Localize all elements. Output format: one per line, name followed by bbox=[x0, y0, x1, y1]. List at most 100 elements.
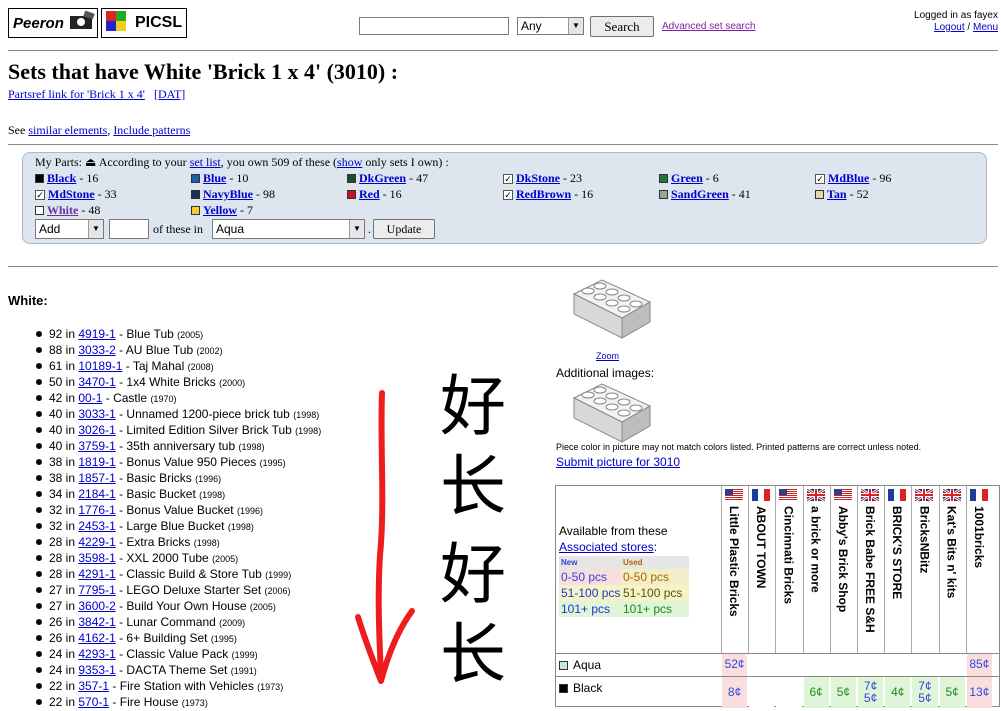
update-button[interactable]: Update bbox=[373, 219, 435, 239]
search-scope-select[interactable]: Any ▼ bbox=[517, 17, 584, 35]
set-list-link[interactable]: set list bbox=[190, 155, 221, 169]
set-link[interactable]: 3600-2 bbox=[78, 599, 115, 613]
brick-image[interactable] bbox=[572, 276, 652, 340]
menu-link[interactable]: Menu bbox=[973, 22, 998, 33]
set-name: - Unnamed 1200-piece brick tub bbox=[119, 407, 290, 421]
set-link[interactable]: 00-1 bbox=[78, 391, 102, 405]
price-cell[interactable]: 52¢ bbox=[722, 654, 748, 676]
set-link[interactable]: 4229-1 bbox=[78, 535, 115, 549]
store-name-link[interactable]: a brick or more bbox=[809, 506, 823, 646]
store-name-link[interactable]: Brick Babe FREE S&H bbox=[863, 506, 877, 646]
set-year: (1998) bbox=[238, 442, 265, 452]
include-patterns-link[interactable]: Include patterns bbox=[113, 123, 190, 137]
store-name-link[interactable]: Little Plastic Bricks bbox=[727, 506, 741, 646]
set-qty: 32 in bbox=[49, 519, 76, 533]
partsref-link[interactable]: Partsref link for 'Brick 1 x 4' bbox=[8, 87, 145, 101]
color-checkbox[interactable]: ✓ bbox=[503, 173, 513, 184]
set-link[interactable]: 7795-1 bbox=[78, 583, 115, 597]
color-link[interactable]: SandGreen bbox=[671, 187, 729, 202]
zoom-link[interactable]: Zoom bbox=[596, 351, 619, 361]
color-link[interactable]: Green bbox=[671, 171, 703, 186]
set-link[interactable]: 3842-1 bbox=[78, 615, 115, 629]
set-link[interactable]: 4293-1 bbox=[78, 647, 115, 661]
color-count: - 16 bbox=[382, 187, 402, 201]
color-link[interactable]: Tan bbox=[827, 187, 847, 202]
france-flag-icon bbox=[752, 488, 771, 501]
color-link[interactable]: Blue bbox=[203, 171, 226, 186]
set-link[interactable]: 1776-1 bbox=[78, 503, 115, 517]
color-link[interactable]: Black bbox=[47, 171, 76, 186]
color-link[interactable]: Red bbox=[359, 187, 380, 202]
price-cell[interactable]: 5¢ bbox=[830, 677, 856, 708]
dat-link[interactable]: [DAT] bbox=[154, 87, 185, 101]
store-name-link[interactable]: 1001bricks bbox=[972, 506, 986, 646]
set-list-item: 38 in 1819-1 - Bonus Value 950 Pieces (1… bbox=[34, 454, 321, 470]
search-button[interactable]: Search bbox=[590, 16, 654, 37]
set-year: (1991) bbox=[230, 666, 257, 676]
color-count: - 16 bbox=[574, 187, 594, 201]
color-link[interactable]: RedBrown bbox=[516, 187, 571, 202]
set-link[interactable]: 9353-1 bbox=[78, 663, 115, 677]
color-link[interactable]: Yellow bbox=[203, 203, 237, 218]
store-name-link[interactable]: BricksNBitz bbox=[917, 506, 931, 646]
chevron-down-icon: ▼ bbox=[349, 220, 364, 238]
store-name-link[interactable]: Abby's Brick Shop bbox=[836, 506, 850, 646]
set-link[interactable]: 3598-1 bbox=[78, 551, 115, 565]
color-link[interactable]: NavyBlue bbox=[203, 187, 253, 202]
store-name-link[interactable]: BRICK'S STORE bbox=[890, 506, 904, 646]
price-cell[interactable]: 5¢ bbox=[939, 677, 965, 708]
set-link[interactable]: 10189-1 bbox=[78, 359, 122, 373]
set-link[interactable]: 4162-1 bbox=[78, 631, 115, 645]
store-name-link[interactable]: Kat's Bits n' kits bbox=[945, 506, 959, 646]
color-link[interactable]: DkStone bbox=[516, 171, 560, 186]
color-checkbox[interactable]: ✓ bbox=[35, 189, 45, 200]
price-cell[interactable]: 7¢ 5¢ bbox=[858, 677, 884, 708]
advanced-search-link[interactable]: Advanced set search bbox=[662, 21, 755, 32]
set-link[interactable]: 3759-1 bbox=[78, 439, 115, 453]
color-link[interactable]: MdStone bbox=[48, 187, 95, 202]
target-color-select[interactable]: Aqua ▼ bbox=[212, 219, 365, 239]
peeron-logo[interactable]: Peeron bbox=[8, 8, 98, 38]
set-link[interactable]: 3033-1 bbox=[78, 407, 115, 421]
price-cell[interactable]: 7¢ 5¢ bbox=[912, 677, 938, 708]
set-link[interactable]: 357-1 bbox=[78, 679, 109, 693]
associated-stores-link[interactable]: Associated stores bbox=[559, 540, 654, 554]
price-cell[interactable]: 4¢ bbox=[885, 677, 911, 708]
color-checkbox[interactable]: ✓ bbox=[503, 189, 513, 200]
color-link[interactable]: DkGreen bbox=[359, 171, 406, 186]
set-link[interactable]: 2453-1 bbox=[78, 519, 115, 533]
price-cell[interactable]: 85¢ bbox=[966, 654, 992, 676]
set-qty: 40 in bbox=[49, 407, 76, 421]
set-link[interactable]: 1819-1 bbox=[78, 455, 115, 469]
set-list-item: 28 in 4229-1 - Extra Bricks (1998) bbox=[34, 534, 321, 550]
color-checkbox[interactable]: ✓ bbox=[815, 173, 825, 184]
show-link[interactable]: show bbox=[337, 155, 362, 169]
set-link[interactable]: 4919-1 bbox=[78, 327, 115, 341]
similar-elements-link[interactable]: similar elements bbox=[28, 123, 107, 137]
set-link[interactable]: 4291-1 bbox=[78, 567, 115, 581]
logout-link[interactable]: Logout bbox=[934, 22, 965, 33]
see-label: See bbox=[8, 123, 26, 137]
picsl-logo[interactable]: PICSL bbox=[101, 8, 187, 38]
set-link[interactable]: 3470-1 bbox=[78, 375, 115, 389]
divider-3 bbox=[8, 266, 998, 267]
color-link[interactable]: MdBlue bbox=[828, 171, 869, 186]
set-link[interactable]: 2184-1 bbox=[78, 487, 115, 501]
set-year: (1998) bbox=[227, 522, 254, 532]
additional-brick-image[interactable] bbox=[572, 380, 652, 444]
submit-picture-link[interactable]: Submit picture for 3010 bbox=[556, 455, 680, 469]
price-cell[interactable]: 8¢ bbox=[722, 677, 748, 708]
set-name: - Fire Station with Vehicles bbox=[112, 679, 254, 693]
price-cell[interactable]: 6¢ bbox=[803, 677, 829, 708]
set-link[interactable]: 3033-2 bbox=[78, 343, 115, 357]
action-select[interactable]: Add ▼ bbox=[35, 219, 104, 239]
set-link[interactable]: 1857-1 bbox=[78, 471, 115, 485]
search-input[interactable] bbox=[359, 17, 509, 35]
store-name-link[interactable]: ABOUT TOWN bbox=[754, 506, 768, 646]
quantity-input[interactable] bbox=[109, 219, 149, 239]
set-name: - 35th anniversary tub bbox=[119, 439, 236, 453]
color-link[interactable]: White bbox=[47, 203, 78, 218]
set-link[interactable]: 3026-1 bbox=[78, 423, 115, 437]
price-cell[interactable]: 13¢ bbox=[966, 677, 992, 708]
store-name-link[interactable]: Cincinnati Bricks bbox=[781, 506, 795, 646]
